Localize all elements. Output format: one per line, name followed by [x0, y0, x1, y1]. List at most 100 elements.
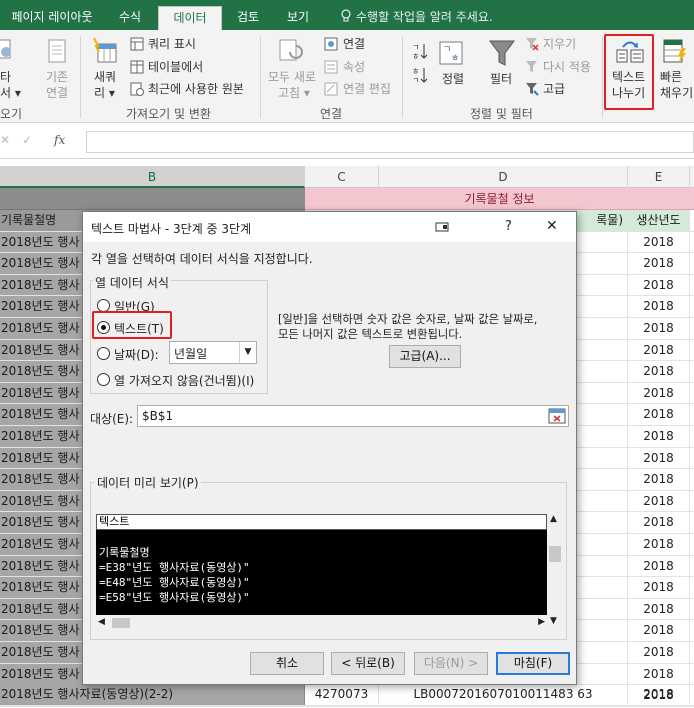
- formula-input[interactable]: [86, 131, 694, 153]
- header-cell-e[interactable]: 생산년도: [628, 210, 690, 231]
- cell-e[interactable]: 2018: [628, 274, 690, 296]
- scroll-left-icon[interactable]: ◀: [98, 617, 105, 627]
- cell-e[interactable]: 2018: [628, 598, 690, 620]
- radio-skip[interactable]: [97, 373, 110, 386]
- advanced-options-button[interactable]: 고급(A)...: [389, 345, 461, 368]
- new-query-l2[interactable]: 리 ▾: [94, 86, 115, 100]
- scroll-up-icon[interactable]: ▲: [550, 514, 557, 524]
- cell-e[interactable]: 2018: [628, 231, 690, 253]
- cell-e[interactable]: 2018: [628, 577, 690, 598]
- cell-e[interactable]: 2018: [628, 490, 690, 512]
- radio-date-label[interactable]: 날짜(D):: [114, 346, 159, 363]
- dialog-titlebar[interactable]: 텍스트 마법사 - 3단계 중 3단계 ? ✕: [83, 212, 576, 242]
- group-separator: [402, 36, 403, 118]
- get-data-icon: [0, 39, 11, 59]
- cell-e[interactable]: 2018: [628, 361, 690, 382]
- sort-button[interactable]: 정렬: [442, 72, 464, 86]
- tab-page-layout[interactable]: 페이지 레이아웃: [6, 6, 98, 30]
- flash-fill-l2[interactable]: 채우기: [660, 86, 693, 100]
- scroll-thumb[interactable]: [549, 546, 561, 562]
- range-select-icon[interactable]: [548, 408, 566, 424]
- cancel-button[interactable]: 취소: [250, 652, 324, 675]
- preview-vscrollbar[interactable]: ▲ ▼: [547, 514, 563, 626]
- cell-e[interactable]: 2018: [628, 534, 690, 555]
- hscroll-thumb[interactable]: [112, 618, 130, 628]
- radio-skip-label[interactable]: 열 가져오지 않음(건너뜀)(I): [114, 372, 254, 389]
- new-query-l1[interactable]: 새쿼: [94, 70, 116, 84]
- cell-e[interactable]: 2018: [628, 404, 690, 425]
- cancel-icon[interactable]: ✕: [0, 133, 10, 147]
- close-icon[interactable]: ✕: [546, 218, 558, 234]
- cell-e[interactable]: 2018: [628, 642, 690, 663]
- cell-e[interactable]: 2018: [628, 555, 690, 577]
- cell-e[interactable]: 2018: [628, 620, 690, 641]
- formula-bar: ✕ ✓ fx: [0, 123, 694, 159]
- cell-b[interactable]: 2018년도 행사자료(동영상)(2-2): [0, 684, 305, 705]
- flash-fill-l1[interactable]: 빠른: [660, 70, 682, 84]
- cell-e[interactable]: 2018: [628, 447, 690, 469]
- data-preview[interactable]: 텍스트 기록물철명 =E38"년도 행사자료(동영상)" =E48"년도 행사자…: [96, 514, 547, 626]
- cell-d[interactable]: LB0007201607010011483 63: [379, 684, 628, 705]
- existing-connections-l2[interactable]: 연결: [46, 86, 68, 100]
- tell-me-box[interactable]: 수행할 작업을 알려 주세요.: [340, 6, 493, 28]
- refresh-all-l2[interactable]: 고침 ▾: [278, 86, 310, 100]
- radio-date[interactable]: [97, 347, 110, 360]
- text-option-highlight: [92, 311, 172, 339]
- cell-c[interactable]: 4270073: [305, 684, 379, 705]
- connections-button[interactable]: 연결: [343, 37, 365, 51]
- tab-review[interactable]: 검토: [226, 6, 270, 30]
- scroll-down-icon[interactable]: ▼: [550, 616, 557, 626]
- properties-button[interactable]: 속성: [343, 60, 365, 74]
- from-table-button[interactable]: 테이블에서: [148, 60, 203, 74]
- ribbon-tab-bar: 페이지 레이아웃 수식 데이터 검토 보기 수행할 작업을 알려 주세요.: [0, 0, 694, 31]
- cell-e[interactable]: 2018: [628, 296, 690, 317]
- tab-formulas[interactable]: 수식: [110, 6, 150, 30]
- preview-header[interactable]: 텍스트: [96, 514, 547, 530]
- group-header-records[interactable]: 기록물철 정보: [305, 188, 694, 210]
- group-header-b[interactable]: [0, 188, 305, 210]
- column-header-b[interactable]: B: [0, 166, 305, 188]
- tab-data[interactable]: 데이터: [158, 6, 222, 31]
- svg-text:ㄱ: ㄱ: [412, 76, 419, 84]
- column-header-d[interactable]: D: [379, 166, 628, 188]
- advanced-filter-icon: [526, 83, 539, 96]
- cell-e[interactable]: 2018: [628, 663, 690, 685]
- edit-links-button[interactable]: 연결 편집: [343, 82, 391, 96]
- svg-text:ㄱ: ㄱ: [412, 43, 419, 52]
- table-row-last: 2018년도 행사자료(동영상)(2-2) 4270073 LB00072016…: [0, 684, 694, 706]
- preview-hscrollbar[interactable]: ◀ ▶: [96, 615, 547, 631]
- next-button[interactable]: 다음(N) >: [414, 652, 488, 675]
- cell-e[interactable]: 2018: [628, 512, 690, 533]
- cell-e[interactable]: 2018: [628, 469, 690, 490]
- column-header-c[interactable]: C: [305, 166, 379, 188]
- restore-icon[interactable]: [435, 222, 449, 232]
- reapply-button[interactable]: 다시 적용: [543, 60, 591, 74]
- cell-e[interactable]: 2018: [628, 318, 690, 339]
- show-queries-button[interactable]: 쿼리 표시: [148, 37, 196, 51]
- clear-button[interactable]: 지우기: [543, 37, 576, 51]
- cell-e[interactable]: 2018: [628, 426, 690, 447]
- cell-e[interactable]: 2018: [628, 253, 690, 274]
- help-button[interactable]: ?: [505, 219, 512, 234]
- back-button[interactable]: < 뒤로(B): [331, 652, 405, 675]
- refresh-all-l1[interactable]: 모두 새로: [268, 70, 316, 84]
- preview-line: =E48"년도 행사자료(동영상)": [99, 576, 250, 589]
- filter-button[interactable]: 필터: [490, 72, 512, 86]
- column-header-e[interactable]: E: [628, 166, 690, 188]
- date-format-select[interactable]: 년월일 ▼: [169, 341, 257, 364]
- scroll-right-icon[interactable]: ▶: [538, 617, 545, 627]
- destination-input[interactable]: $B$1: [137, 405, 569, 427]
- cell-e[interactable]: 2018: [628, 382, 690, 404]
- existing-connections-l1[interactable]: 기존: [46, 70, 68, 84]
- cell-e[interactable]: 2018: [628, 684, 690, 705]
- text-to-columns-highlight: [604, 34, 654, 110]
- finish-button[interactable]: 마침(F): [496, 652, 570, 675]
- recent-sources-button[interactable]: 최근에 사용한 원본: [148, 82, 244, 96]
- cell-e[interactable]: 2018: [628, 339, 690, 361]
- insert-function-icon[interactable]: fx: [54, 133, 65, 147]
- svg-text:ㅎ: ㅎ: [412, 67, 419, 76]
- tab-view[interactable]: 보기: [276, 6, 320, 30]
- preview-line: =E58"년도 행사자료(동영상)": [99, 591, 250, 604]
- advanced-button[interactable]: 고급: [543, 82, 565, 96]
- enter-icon[interactable]: ✓: [22, 133, 32, 147]
